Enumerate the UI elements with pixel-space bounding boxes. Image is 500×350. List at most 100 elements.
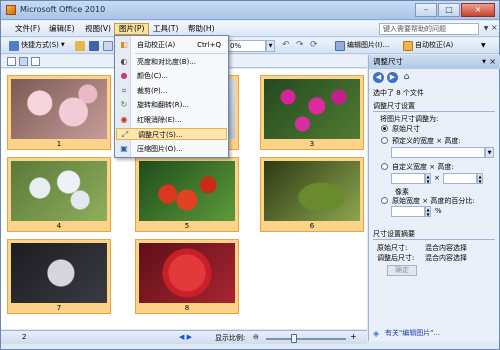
menu-item-compress[interactable]: ▣ 压缩图片(O)...: [116, 143, 227, 155]
help-icon: ◈: [373, 329, 380, 338]
zoom-out-icon[interactable]: ⊖: [253, 333, 259, 341]
adjusted-size-value: 混合内容选择: [425, 254, 467, 262]
help-close-icon[interactable]: ×: [491, 22, 499, 34]
help-dropdown-icon[interactable]: ▼: [481, 23, 491, 35]
zoom-input[interactable]: 0%: [226, 40, 266, 52]
menu-item-red-eye[interactable]: ◉ 红眼消除(E)...: [116, 114, 227, 126]
shortcut-button[interactable]: 快捷方式(S) ▼: [7, 39, 67, 52]
single-view-icon[interactable]: [31, 57, 40, 66]
summary-heading: 尺寸设置摘要: [373, 230, 415, 238]
thumbnail-number: 4: [56, 222, 62, 230]
scale-label: 显示比例:: [215, 334, 246, 342]
thumbnail-item[interactable]: 6: [260, 157, 364, 232]
radio-percentage[interactable]: [381, 197, 388, 204]
moss-image: [264, 161, 360, 221]
radio-predefined-size[interactable]: [381, 137, 388, 144]
menu-picture[interactable]: 图片(P): [114, 23, 150, 35]
color-icon: ●: [120, 71, 128, 80]
original-size-label: 原始尺寸:: [377, 244, 408, 252]
pane-header: 调整尺寸 ▼ ×: [369, 55, 500, 69]
pane-menu-icon[interactable]: ▼: [482, 55, 486, 69]
help-search-input[interactable]: 键入需要帮助的问题: [379, 23, 479, 35]
divider: [373, 111, 495, 112]
thumbnail-number: 8: [184, 304, 190, 312]
window-title: Microsoft Office 2010: [20, 5, 106, 14]
zoom-in-icon[interactable]: +: [350, 332, 357, 341]
mail-button[interactable]: [101, 39, 115, 52]
radio-original-size[interactable]: [381, 125, 388, 132]
zoom-dropdown-icon[interactable]: ▼: [266, 40, 275, 52]
page-navigation[interactable]: ◀ ▶: [179, 333, 192, 341]
menu-edit[interactable]: 编辑(E): [45, 23, 79, 35]
close-button[interactable]: ×: [461, 3, 495, 17]
thumbnail-number: 1: [56, 140, 62, 148]
forward-icon[interactable]: ▶: [387, 72, 398, 83]
menu-separator: [135, 52, 227, 54]
rotate-right-icon: ↷: [296, 40, 304, 50]
chevron-down-icon: ▼: [481, 42, 486, 49]
menu-item-crop[interactable]: ⌗ 裁剪(P)...: [116, 85, 227, 97]
rotate-right-button[interactable]: ↷: [294, 39, 306, 52]
thumbnail-number: 5: [184, 222, 190, 230]
resize-icon: ⤢: [121, 130, 129, 139]
thumbnail-item[interactable]: 5: [135, 157, 239, 232]
toolbar-options-button[interactable]: ▼: [479, 39, 488, 52]
home-icon[interactable]: ⌂: [401, 72, 412, 83]
back-icon[interactable]: ◀: [373, 72, 384, 83]
thumbnail-item[interactable]: 1: [7, 75, 111, 150]
refresh-button[interactable]: ⟳: [308, 39, 320, 52]
menu-item-rotate[interactable]: ↻ 旋转和翻转(R)...: [116, 99, 227, 111]
edit-picture-button[interactable]: 编辑图片(I)...: [333, 39, 391, 52]
folder-icon: [75, 40, 85, 51]
cherry-blossom-image: [11, 79, 107, 139]
status-bar: 2 ◀ ▶ 显示比例: ⊖ +: [1, 330, 367, 344]
rotate-left-button[interactable]: ↶: [280, 39, 292, 52]
menu-item-brightness[interactable]: ◐ 亮度和对比度(B)...: [116, 56, 227, 68]
thumbnail-number: 6: [309, 222, 315, 230]
thumbnail-item[interactable]: 4: [7, 157, 111, 232]
menu-item-label: 颜色(C)...: [137, 72, 169, 80]
help-link[interactable]: 有关"编辑图片"...: [385, 328, 440, 338]
confirm-button[interactable]: 确定: [387, 265, 417, 276]
original-size-value: 混合内容选择: [425, 244, 467, 252]
auto-correct-button[interactable]: 自动校正(A): [401, 39, 455, 52]
pane-close-icon[interactable]: ×: [489, 55, 496, 69]
thumbnail-view-icon[interactable]: [7, 57, 16, 66]
zoom-slider-handle[interactable]: [291, 334, 297, 343]
adjusted-size-label: 调整后尺寸:: [377, 254, 415, 262]
menu-help[interactable]: 帮助(H): [184, 23, 219, 35]
menu-tools[interactable]: 工具(T): [149, 23, 182, 35]
height-spinner[interactable]: ▲ ▼: [477, 173, 483, 184]
filmstrip-view-icon[interactable]: [19, 57, 28, 66]
red-berries-image: [139, 161, 235, 221]
thumbnail-item[interactable]: 8: [135, 239, 239, 314]
menu-file[interactable]: 文件(F): [11, 23, 44, 35]
auto-correct-icon: [403, 40, 413, 51]
minimize-button[interactable]: –: [415, 3, 437, 17]
menu-item-resize[interactable]: ⤢ 调整尺寸(S)...: [116, 128, 227, 140]
predefined-size-select[interactable]: [391, 147, 485, 158]
menu-view[interactable]: 视图(V): [81, 23, 115, 35]
save-button[interactable]: [87, 39, 101, 52]
chevron-down-icon[interactable]: ▼: [485, 147, 494, 158]
custom-width-input[interactable]: [391, 173, 425, 184]
maximize-button[interactable]: □: [438, 3, 460, 17]
times-sign: ×: [434, 174, 440, 182]
zoom-slider[interactable]: [266, 338, 346, 340]
thumbnail-number: 7: [56, 304, 62, 312]
thumbnail-item[interactable]: 3: [260, 75, 364, 150]
radio-custom-size[interactable]: [381, 163, 388, 170]
menu-item-auto-correct[interactable]: ◧ 自动校正(A) Ctrl+Q: [116, 39, 227, 51]
menu-item-label: 旋转和翻转(R)...: [137, 101, 190, 109]
app-window: Microsoft Office 2010 – □ × 文件(F) 编辑(E) …: [0, 0, 500, 350]
custom-height-input[interactable]: [443, 173, 477, 184]
thumbnail-item[interactable]: 7: [7, 239, 111, 314]
refresh-icon: ⟳: [310, 40, 318, 50]
percentage-spinner[interactable]: ▲ ▼: [425, 206, 431, 217]
open-button[interactable]: [73, 39, 87, 52]
window-controls: – □ ×: [415, 3, 495, 17]
menu-item-color[interactable]: ● 颜色(C)...: [116, 70, 227, 82]
width-spinner[interactable]: ▲ ▼: [425, 173, 431, 184]
percentage-input[interactable]: [391, 206, 425, 217]
shortcut-label: 快捷方式(S): [21, 41, 59, 49]
